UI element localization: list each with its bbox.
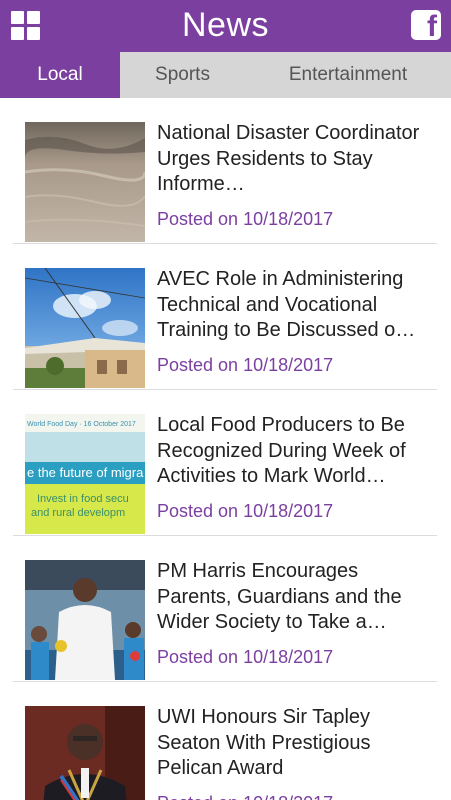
article-date: Posted on 10/18/2017 xyxy=(157,647,334,667)
page-title: News xyxy=(181,6,270,44)
flooded-sand-photo xyxy=(25,122,145,242)
article-title[interactable]: AVEC Role in Administering Technical and… xyxy=(157,267,427,344)
list-item[interactable]: World Food Day · 16 October 2017 e the f… xyxy=(13,390,437,536)
app-bar: News f xyxy=(0,0,451,52)
thumbnail-image xyxy=(25,560,145,680)
tab-local[interactable]: Local xyxy=(0,52,120,98)
world-food-day-banner: World Food Day · 16 October 2017 e the f… xyxy=(25,414,145,534)
article-date: Posted on 10/18/2017 xyxy=(157,792,333,800)
thumbnail-image: World Food Day · 16 October 2017 e the f… xyxy=(25,414,145,534)
banner-line-2: and rural developm xyxy=(31,507,125,519)
thumbnail-image xyxy=(25,706,145,800)
article-title[interactable]: UWI Honours Sir Tapley Seaton With Prest… xyxy=(157,705,427,782)
list-item[interactable]: UWI Honours Sir Tapley Seaton With Prest… xyxy=(13,682,437,800)
article-title[interactable]: PM Harris Encourages Parents, Guardians … xyxy=(157,559,427,636)
banner-band-text: e the future of migra xyxy=(27,465,144,480)
pm-with-children-photo xyxy=(25,560,145,680)
thumbnail-image xyxy=(25,268,145,388)
list-item[interactable]: National Disaster Coordinator Urges Resi… xyxy=(13,98,437,244)
tab-bar: Local Sports Entertainment xyxy=(0,52,451,98)
building-sky-photo xyxy=(25,268,145,388)
tab-entertainment[interactable]: Entertainment xyxy=(245,52,451,98)
article-date: Posted on 10/18/2017 xyxy=(157,355,334,375)
list-item[interactable]: PM Harris Encourages Parents, Guardians … xyxy=(13,536,437,682)
banner-top-text: World Food Day · 16 October 2017 xyxy=(27,421,136,428)
facebook-glyph: f xyxy=(427,10,437,43)
facebook-icon[interactable]: f xyxy=(411,10,441,43)
article-date: Posted on 10/18/2017 xyxy=(157,209,334,229)
article-title[interactable]: National Disaster Coordinator Urges Resi… xyxy=(157,121,427,198)
list-item[interactable]: AVEC Role in Administering Technical and… xyxy=(13,244,437,390)
article-date: Posted on 10/18/2017 xyxy=(157,501,334,521)
honoree-portrait-photo xyxy=(25,706,145,800)
tab-sports[interactable]: Sports xyxy=(120,52,245,98)
article-title[interactable]: Local Food Producers to Be Recognized Du… xyxy=(157,413,427,490)
banner-line-1: Invest in food secu xyxy=(37,493,129,505)
thumbnail-image xyxy=(25,122,145,242)
